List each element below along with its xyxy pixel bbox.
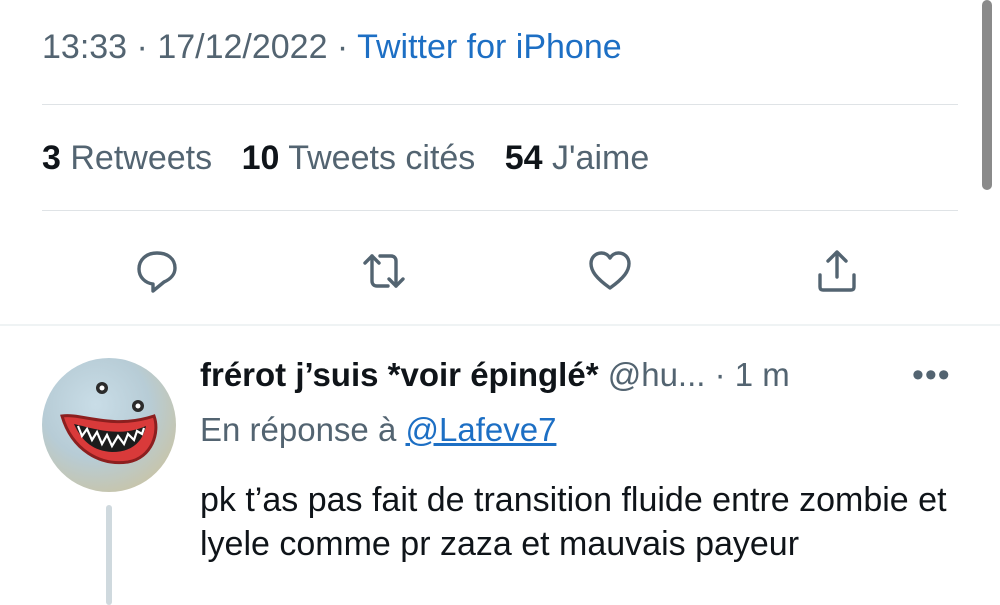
like-icon [589,251,631,290]
retweets-stat[interactable]: 3 Retweets [42,139,212,177]
share-icon [818,250,856,292]
reply-time[interactable]: 1 m [735,356,790,393]
divider [42,210,958,211]
replying-to-line: En réponse à @Lafeve7 [200,411,556,449]
more-options-button[interactable]: ••• [912,356,951,395]
tweet-source-link[interactable]: Twitter for iPhone [357,28,622,66]
avatar-image [60,382,158,465]
tweet-date: 17/12/2022 [157,28,328,66]
scrollbar[interactable] [982,0,992,190]
reply-text: pk t’as pas fait de transition fluide en… [200,481,947,563]
reply-icon [137,251,177,293]
tweet-time: 13:33 [42,28,128,66]
meta-separator: · [327,28,358,66]
share-button[interactable] [809,243,865,299]
likes-stat[interactable]: 54 J'aime [505,139,649,177]
like-button[interactable] [582,243,638,299]
section-separator [0,324,1000,326]
avatar[interactable] [42,358,176,492]
meta-separator: · [127,28,158,66]
replying-to-mention-link[interactable]: @Lafeve7 [405,411,556,448]
quote-tweets-stat[interactable]: 10 Tweets cités [242,139,476,177]
thread-connector-line [106,505,112,605]
reply-display-name[interactable]: frérot j’suis *voir épinglé* [200,356,599,393]
reply-handle[interactable]: @hu... [608,356,706,393]
tweet-stats: 3 Retweets 10 Tweets cités 54 J'aime [42,139,669,178]
reply-button[interactable] [129,243,185,299]
reply-separator: · [705,356,735,393]
reply-header: frérot j’suis *voir épinglé* @hu... · 1 … [200,356,790,394]
divider [42,104,958,105]
retweet-icon [363,254,405,288]
replying-to-label: En réponse à [200,411,397,448]
tweet-meta-line: 13:33 · 17/12/2022 · Twitter for iPhone [42,28,622,67]
retweet-button[interactable] [356,243,412,299]
tweet-action-bar [0,243,1000,299]
